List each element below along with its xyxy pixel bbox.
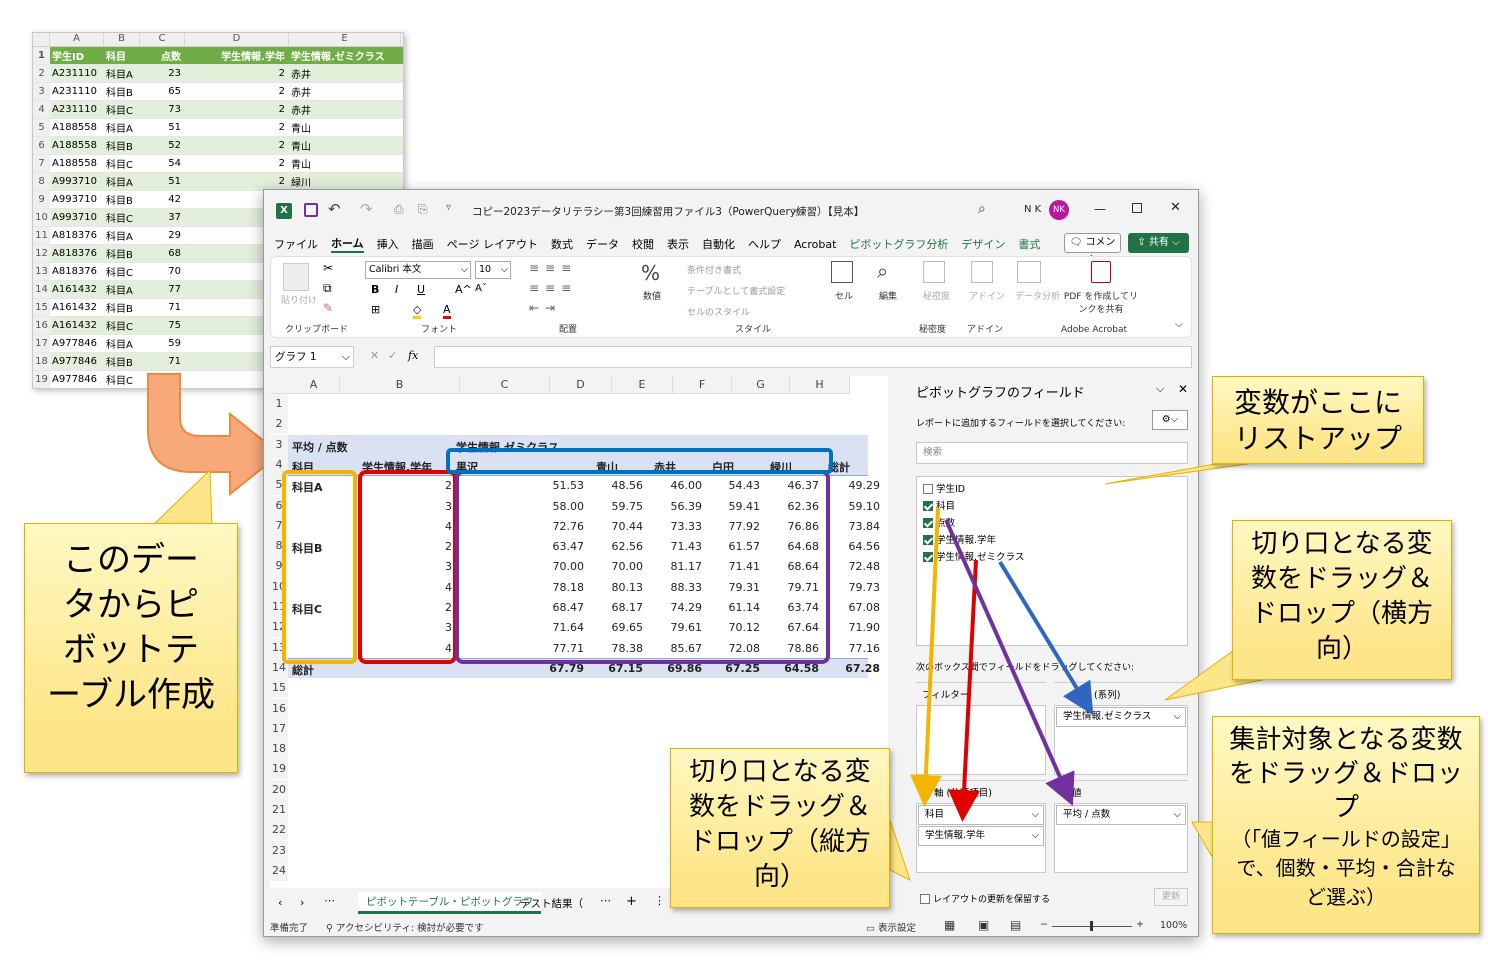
callout-vertical: 切り口となる変数をドラッグ＆ドロップ（縦方向） bbox=[670, 748, 890, 908]
callout-aggregate-note: （「値フィールドの設定」で、個数・平均・合計など選ぶ） bbox=[1231, 827, 1461, 909]
callout-aggregate-main: 集計対象となる変数をドラッグ＆ドロップ bbox=[1229, 725, 1464, 823]
callout-create-pivot: このデータからピボットテーブル作成 bbox=[24, 523, 238, 773]
callout-horizontal: 切り口となる変数をドラッグ＆ドロップ（横方向） bbox=[1232, 520, 1452, 680]
callout-list-up: 変数がここにリストアップ bbox=[1212, 376, 1424, 464]
callout-aggregate: 集計対象となる変数をドラッグ＆ドロップ （「値フィールドの設定」で、個数・平均・… bbox=[1212, 716, 1480, 934]
